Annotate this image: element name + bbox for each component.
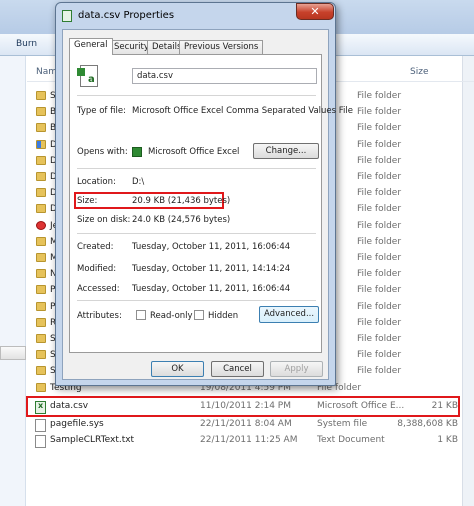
- file-type: File folder: [357, 334, 402, 344]
- created-label: Created:: [77, 242, 114, 252]
- folder-icon: [36, 204, 46, 214]
- general-tab-panel: data.csv Type of file: Microsoft Office …: [69, 54, 353, 353]
- burn-button[interactable]: Burn: [16, 39, 37, 49]
- attributes-label: Attributes:: [77, 311, 122, 321]
- folder-icon: [36, 155, 46, 165]
- folder-icon: [36, 172, 46, 181]
- apply-button[interactable]: Apply: [270, 361, 323, 377]
- hidden-checkbox[interactable]: [194, 310, 204, 320]
- folder-icon: [36, 366, 46, 376]
- accessed-value: Tuesday, October 11, 2011, 16:06:44: [132, 284, 291, 294]
- folder-icon: [36, 317, 46, 327]
- navigation-scrollbar[interactable]: [0, 346, 26, 360]
- tab-general[interactable]: General: [69, 38, 113, 55]
- close-button[interactable]: ✕: [296, 3, 334, 20]
- opens-with-value: Microsoft Office Excel: [148, 147, 240, 157]
- tab-previous-versions[interactable]: Previous Versions: [179, 40, 264, 54]
- type-of-file-label: Type of file:: [77, 106, 126, 116]
- file-type: File folder: [357, 285, 402, 296]
- folder-icon: [36, 285, 46, 295]
- file-type: File folder: [357, 253, 402, 263]
- file-type: File folder: [357, 204, 402, 215]
- file-type: File folder: [357, 188, 402, 199]
- created-value: Tuesday, October 11, 2011, 16:06:44: [132, 242, 291, 252]
- excel-file-icon: [77, 65, 98, 87]
- read-only-label[interactable]: Read-only: [150, 311, 193, 321]
- size-value: 20.9 KB (21,436 bytes): [132, 196, 231, 206]
- size-on-disk-value: 24.0 KB (24,576 bytes): [132, 215, 231, 225]
- dialog-body: General Security Details Previous Versio…: [62, 29, 353, 380]
- file-date: 22/11/2011 11:25 AM: [200, 435, 298, 445]
- folder-icon: [36, 350, 46, 360]
- text-file-icon: [35, 435, 46, 448]
- folder-icon: [36, 107, 46, 117]
- file-size: 1 KB: [437, 435, 458, 445]
- file-name: pagefile.sys: [50, 419, 104, 429]
- change-button[interactable]: Change...: [253, 143, 319, 159]
- folder-icon: [36, 91, 46, 100]
- file-type: File folder: [357, 269, 402, 280]
- file-size: 8,388,608 KB: [397, 419, 458, 429]
- data-csv-highlight-box: [26, 396, 460, 417]
- size-label: Size:: [77, 196, 98, 206]
- file-type: File folder: [357, 350, 402, 361]
- type-of-file-value: Microsoft Office Excel Comma Separated V…: [132, 106, 354, 116]
- advanced-button[interactable]: Advanced...: [259, 306, 319, 323]
- file-type: File folder: [357, 107, 402, 118]
- ok-button[interactable]: OK: [151, 361, 204, 377]
- file-type: File folder: [357, 301, 402, 312]
- modified-label: Modified:: [77, 264, 117, 274]
- file-name: SampleCLRText.txt: [50, 435, 135, 445]
- folder-icon: [36, 253, 46, 262]
- hidden-label[interactable]: Hidden: [208, 311, 238, 321]
- list-item-sampleclrtext[interactable]: SampleCLRText.txt 22/11/2011 11:25 AM Te…: [27, 432, 474, 449]
- folder-icon: [36, 383, 46, 392]
- folder-icon: [36, 236, 46, 246]
- file-type: System file: [317, 419, 368, 429]
- separator: [77, 233, 316, 234]
- properties-dialog: data.csv Properties ✕ General Security D…: [55, 2, 353, 386]
- navigation-pane[interactable]: [0, 56, 26, 506]
- file-type: Text Document: [317, 435, 385, 445]
- accessed-label: Accessed:: [77, 284, 120, 294]
- folder-icon: [36, 301, 46, 311]
- excel-file-icon: [62, 10, 72, 22]
- folder-icon: [36, 123, 46, 133]
- separator: [77, 168, 316, 169]
- separator: [77, 300, 316, 301]
- opens-with-label: Opens with:: [77, 147, 128, 157]
- file-date: 22/11/2011 8:04 AM: [200, 419, 292, 429]
- read-only-checkbox[interactable]: [136, 310, 146, 320]
- file-type: File folder: [357, 236, 402, 247]
- file-type: File folder: [357, 91, 402, 101]
- dialog-title: data.csv Properties: [78, 10, 175, 21]
- file-type: File folder: [357, 155, 402, 166]
- file-type: File folder: [357, 139, 402, 150]
- file-type: File folder: [357, 317, 402, 328]
- folder-icon: [36, 188, 46, 198]
- close-icon: ✕: [310, 5, 320, 18]
- location-value: D:\: [132, 177, 145, 187]
- modified-value: Tuesday, October 11, 2011, 14:14:24: [132, 264, 291, 274]
- system-file-icon: [35, 419, 46, 432]
- file-type: File folder: [357, 123, 402, 134]
- cancel-button[interactable]: Cancel: [211, 361, 264, 377]
- file-type: File folder: [357, 366, 402, 377]
- column-size-header[interactable]: Size: [410, 67, 428, 77]
- file-name-field[interactable]: data.csv: [132, 68, 317, 84]
- list-item-pagefile[interactable]: pagefile.sys 22/11/2011 8:04 AM System f…: [27, 416, 474, 433]
- size-on-disk-label: Size on disk:: [77, 215, 131, 225]
- folder-icon: [36, 139, 46, 149]
- file-type: File folder: [357, 172, 402, 182]
- location-label: Location:: [77, 177, 116, 187]
- folder-icon: [36, 334, 46, 343]
- excel-app-icon: [132, 147, 142, 157]
- blocked-icon: [36, 220, 46, 230]
- separator: [77, 95, 316, 96]
- folder-icon: [36, 269, 46, 279]
- file-type: File folder: [357, 220, 402, 231]
